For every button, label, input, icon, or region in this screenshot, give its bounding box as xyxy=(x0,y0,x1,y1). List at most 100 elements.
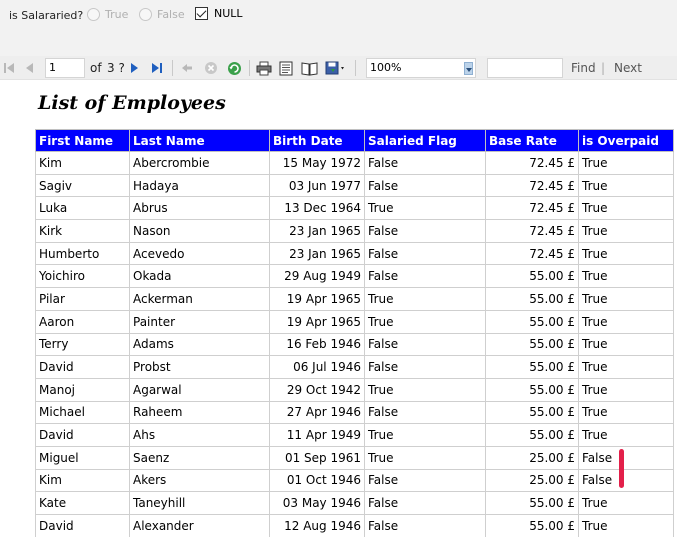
salaried-flag-cell: True xyxy=(364,287,486,311)
radio-false-circle[interactable] xyxy=(139,8,152,21)
base-rate-cell: 55.00 £ xyxy=(485,332,579,357)
is-overpaid-cell: True xyxy=(578,355,674,379)
export-button[interactable] xyxy=(323,56,349,80)
first-name-cell: David xyxy=(35,355,130,379)
column-header-first-name: First Name xyxy=(35,129,130,152)
table-header-row: First Name Last Name Birth Date Salaried… xyxy=(35,129,674,152)
salaried-flag-cell: True xyxy=(364,445,486,470)
birth-date-cell: 06 Jul 1946 xyxy=(269,355,365,379)
table-row: Kim Akers 01 Oct 1946 False 25.00 £ False xyxy=(35,468,674,493)
save-export-icon xyxy=(325,61,344,74)
last-name-cell: Abercrombie xyxy=(129,151,270,175)
is-salaried-label: is Salararied? xyxy=(9,9,84,22)
base-rate-cell: 55.00 £ xyxy=(485,287,579,311)
base-rate-cell: 55.00 £ xyxy=(485,491,579,515)
table-row: Pilar Ackerman 19 Apr 1965 True 55.00 £ True xyxy=(35,287,674,311)
table-row: Michael Raheem 27 Apr 1946 False 55.00 £ True xyxy=(35,400,674,425)
stop-button[interactable] xyxy=(202,56,220,80)
null-checkbox-box[interactable] xyxy=(195,7,208,20)
employees-table: First Name Last Name Birth Date Salaried… xyxy=(35,129,674,537)
radio-true-circle[interactable] xyxy=(87,8,100,21)
last-page-button[interactable] xyxy=(150,56,164,80)
is-overpaid-cell: True xyxy=(578,196,674,221)
table-row: David Probst 06 Jul 1946 False 55.00 £ True xyxy=(35,355,674,379)
column-header-is-overpaid: is Overpaid xyxy=(578,129,674,152)
last-name-cell: Raheem xyxy=(129,400,270,425)
birth-date-cell: 29 Aug 1949 xyxy=(269,264,365,289)
is-overpaid-cell: False xyxy=(578,445,674,470)
first-name-cell: Sagiv xyxy=(35,173,130,198)
highlight-marker xyxy=(619,449,624,488)
base-rate-cell: 72.45 £ xyxy=(485,196,579,221)
first-name-cell: David xyxy=(35,423,130,447)
first-name-cell: Luka xyxy=(35,196,130,221)
salaried-flag-cell: True xyxy=(364,196,486,221)
employees-table-body: Kim Abercrombie 15 May 1972 False 72.45 £ Tru… xyxy=(35,151,674,537)
is-overpaid-cell: True xyxy=(578,173,674,198)
back-button[interactable] xyxy=(179,56,195,80)
last-name-cell: Abrus xyxy=(129,196,270,221)
is-overpaid-cell: True xyxy=(578,151,674,175)
zoom-value: 100% xyxy=(370,61,402,74)
find-separator: | xyxy=(601,61,606,75)
find-button[interactable]: Find xyxy=(571,56,596,80)
chevron-down-icon[interactable] xyxy=(464,62,473,75)
first-name-cell: Yoichiro xyxy=(35,264,130,289)
birth-date-cell: 23 Jan 1965 xyxy=(269,219,365,243)
table-row: Manoj Agarwal 29 Oct 1942 True 55.00 £ True xyxy=(35,377,674,402)
salaried-flag-cell: False xyxy=(364,468,486,493)
last-name-cell: Hadaya xyxy=(129,173,270,198)
base-rate-cell: 55.00 £ xyxy=(485,400,579,425)
first-page-button[interactable] xyxy=(2,56,16,80)
salaried-flag-cell: True xyxy=(364,423,486,447)
print-layout-button[interactable] xyxy=(277,56,295,80)
print-button[interactable] xyxy=(255,56,273,80)
table-row: Miguel Saenz 01 Sep 1961 True 25.00 £ False xyxy=(35,445,674,470)
birth-date-cell: 12 Aug 1946 xyxy=(269,514,365,537)
refresh-icon xyxy=(227,61,241,75)
page-setup-button[interactable] xyxy=(299,56,319,80)
radio-true[interactable]: True xyxy=(87,8,128,21)
zoom-select[interactable]: 100% xyxy=(366,58,476,78)
column-header-salaried-flag: Salaried Flag xyxy=(364,129,486,152)
table-row: Terry Adams 16 Feb 1946 False 55.00 £ True xyxy=(35,332,674,357)
next-button[interactable]: Next xyxy=(614,56,642,80)
last-name-cell: Adams xyxy=(129,332,270,357)
first-name-cell: David xyxy=(35,514,130,537)
first-name-cell: Michael xyxy=(35,400,130,425)
base-rate-cell: 55.00 £ xyxy=(485,355,579,379)
next-page-button[interactable] xyxy=(128,56,142,80)
find-input[interactable] xyxy=(487,58,563,78)
birth-date-cell: 13 Dec 1964 xyxy=(269,196,365,221)
radio-true-label: True xyxy=(105,8,129,21)
refresh-button[interactable] xyxy=(225,56,243,80)
base-rate-cell: 72.45 £ xyxy=(485,173,579,198)
first-name-cell: Humberto xyxy=(35,241,130,266)
is-overpaid-cell: True xyxy=(578,377,674,402)
is-overpaid-cell: True xyxy=(578,423,674,447)
next-page-icon xyxy=(131,63,138,73)
first-name-cell: Kate xyxy=(35,491,130,515)
table-row: Kirk Nason 23 Jan 1965 False 72.45 £ True xyxy=(35,219,674,243)
birth-date-cell: 29 Oct 1942 xyxy=(269,377,365,402)
salaried-flag-cell: False xyxy=(364,491,486,515)
is-overpaid-cell: True xyxy=(578,309,674,334)
last-name-cell: Okada xyxy=(129,264,270,289)
is-overpaid-cell: True xyxy=(578,514,674,537)
last-name-cell: Nason xyxy=(129,219,270,243)
last-name-cell: Taneyhill xyxy=(129,491,270,515)
radio-false[interactable]: False xyxy=(139,8,185,21)
first-page-icon xyxy=(4,63,14,73)
table-row: Kim Abercrombie 15 May 1972 False 72.45 £ Tru… xyxy=(35,151,674,175)
total-pages-label: 3 ? xyxy=(107,61,125,75)
first-name-cell: Kirk xyxy=(35,219,130,243)
column-header-base-rate: Base Rate xyxy=(485,129,579,152)
salaried-flag-cell: False xyxy=(364,332,486,357)
current-page-input[interactable]: 1 xyxy=(45,58,85,78)
null-checkbox[interactable]: NULL xyxy=(195,7,243,20)
previous-page-button[interactable] xyxy=(22,56,36,80)
last-name-cell: Probst xyxy=(129,355,270,379)
base-rate-cell: 72.45 £ xyxy=(485,241,579,266)
base-rate-cell: 55.00 £ xyxy=(485,309,579,334)
first-name-cell: Kim xyxy=(35,151,130,175)
